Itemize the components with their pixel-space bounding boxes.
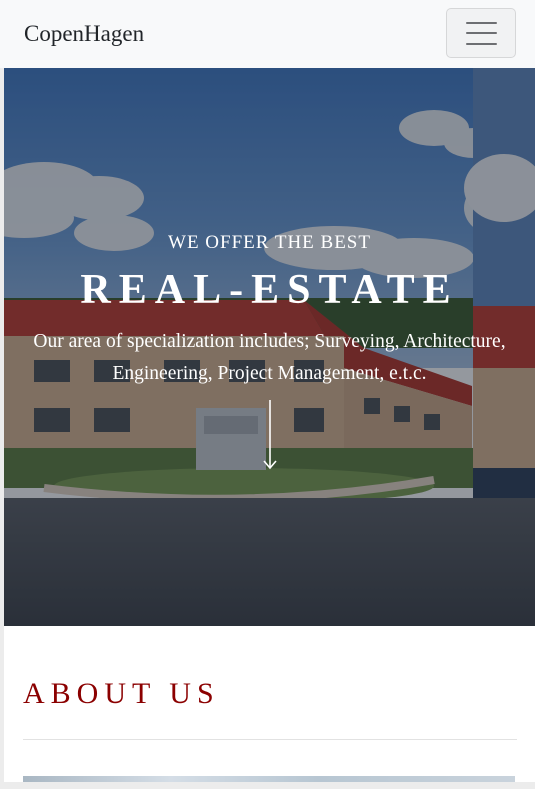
navbar-toggle-button[interactable] bbox=[446, 8, 516, 58]
about-title: ABOUT US bbox=[23, 677, 220, 710]
navbar: CopenHagen bbox=[0, 0, 535, 68]
hero-title: REAL-ESTATE bbox=[80, 267, 459, 313]
brand-link[interactable]: CopenHagen bbox=[24, 19, 144, 49]
hero-description: Our area of specialization includes; Sur… bbox=[33, 331, 506, 384]
hero-section: WE OFFER THE BEST REAL-ESTATE Our area o… bbox=[4, 68, 535, 626]
arrow-down-icon[interactable] bbox=[262, 398, 278, 473]
hero-kicker: WE OFFER THE BEST bbox=[168, 232, 371, 253]
about-divider bbox=[23, 739, 517, 740]
page-frame-bottom bbox=[0, 782, 535, 789]
